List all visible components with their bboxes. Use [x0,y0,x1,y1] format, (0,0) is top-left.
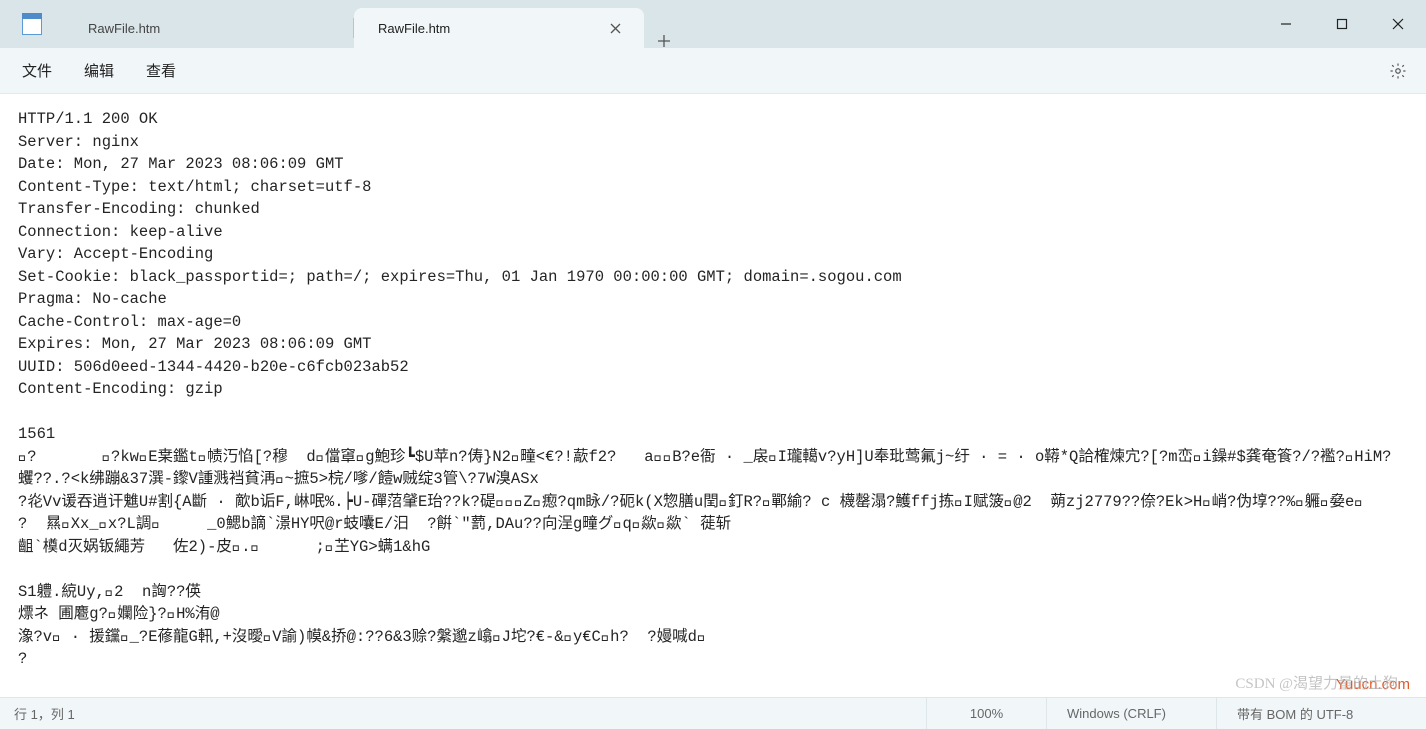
menu-view[interactable]: 查看 [130,54,192,87]
maximize-button[interactable] [1314,0,1370,48]
tab-label: RawFile.htm [88,21,336,36]
tab-inactive[interactable]: RawFile.htm [64,8,354,48]
add-tab-button[interactable] [644,34,684,48]
close-icon[interactable] [604,17,626,39]
notepad-icon [22,13,42,35]
minimize-button[interactable] [1258,0,1314,48]
statusbar: 行 1，列 1 100% Windows (CRLF) 带有 BOM 的 UTF… [0,697,1426,729]
editor-content[interactable]: HTTP/1.1 200 OK Server: nginx Date: Mon,… [0,94,1426,685]
tab-active[interactable]: RawFile.htm [354,8,644,48]
titlebar: RawFile.htm RawFile.htm [0,0,1426,48]
status-zoom[interactable]: 100% [926,698,1046,729]
tab-label: RawFile.htm [378,21,604,36]
menubar: 文件 编辑 查看 [0,48,1426,94]
app-icon [0,0,64,48]
menu-file[interactable]: 文件 [6,54,68,87]
tab-strip: RawFile.htm RawFile.htm [64,0,1258,48]
close-button[interactable] [1370,0,1426,48]
window-controls [1258,0,1426,48]
status-cursor: 行 1，列 1 [10,698,95,729]
menu-edit[interactable]: 编辑 [68,54,130,87]
editor-area[interactable]: HTTP/1.1 200 OK Server: nginx Date: Mon,… [0,94,1426,697]
settings-button[interactable] [1376,49,1420,93]
status-eol: Windows (CRLF) [1046,698,1216,729]
status-encoding: 带有 BOM 的 UTF-8 [1216,698,1416,729]
